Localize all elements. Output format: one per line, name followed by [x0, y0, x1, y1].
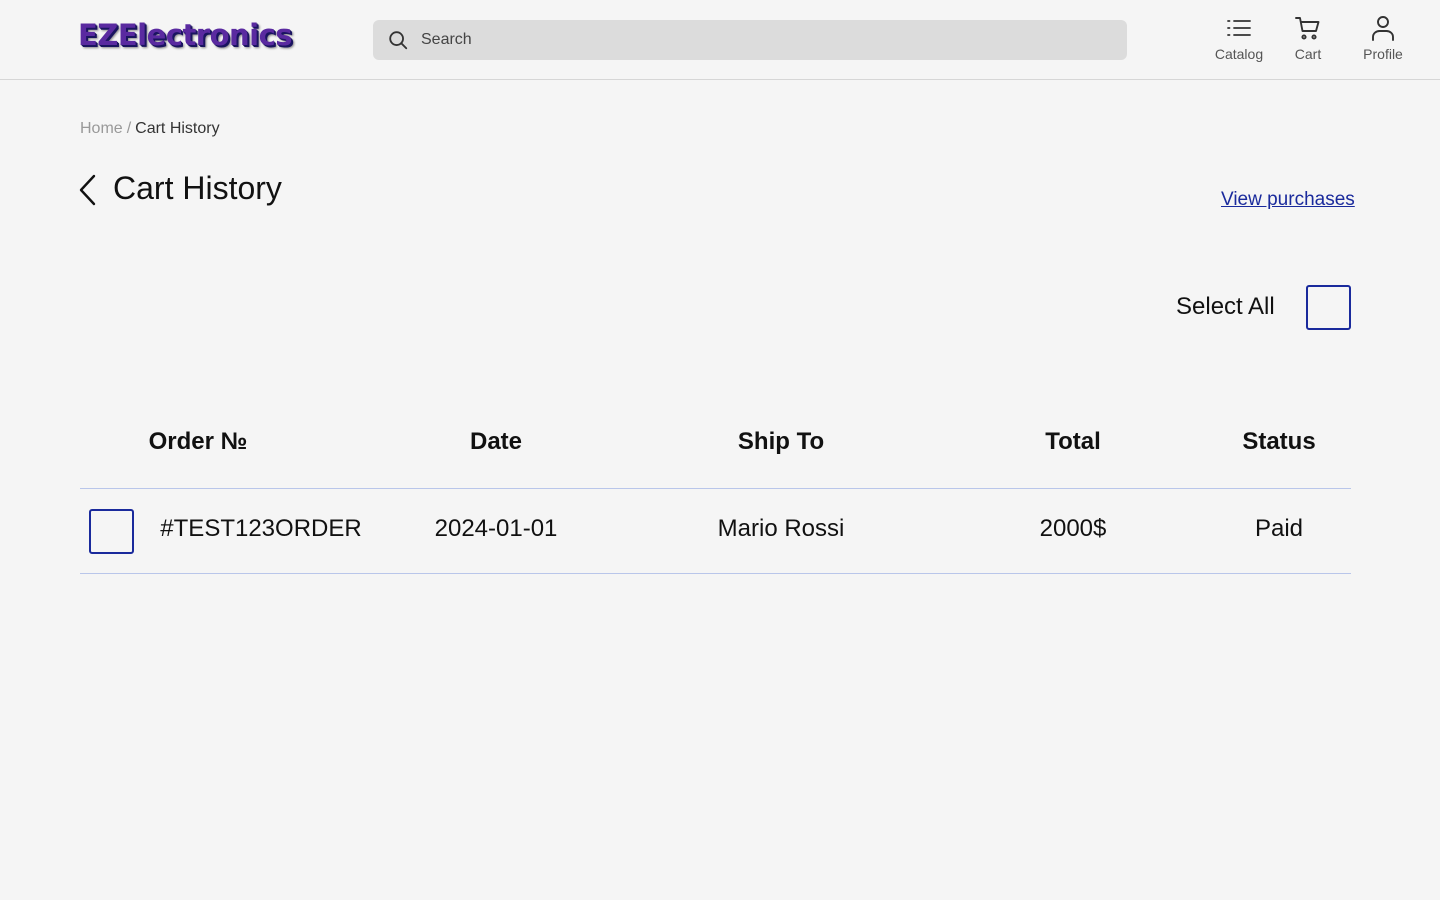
- list-icon: [1227, 20, 1251, 36]
- row-checkbox[interactable]: [89, 509, 134, 554]
- top-header: EZElectronics Catalog Cart: [0, 0, 1440, 80]
- column-header-date: Date: [469, 428, 523, 455]
- search-input[interactable]: [421, 20, 1111, 60]
- cell-total: 2000$: [1039, 515, 1107, 542]
- cell-ship-to: Mario Rossi: [717, 515, 845, 542]
- breadcrumb-current: Cart History: [135, 120, 220, 137]
- breadcrumb: Home / Cart History: [80, 120, 220, 138]
- nav-cart[interactable]: Cart: [1284, 14, 1332, 66]
- chevron-left-icon[interactable]: [74, 172, 102, 208]
- search-bar[interactable]: [373, 20, 1127, 60]
- view-purchases-link[interactable]: View purchases: [1221, 189, 1355, 211]
- table-divider: [80, 488, 1351, 489]
- brand-logo[interactable]: EZElectronics: [78, 18, 293, 52]
- nav-cart-label: Cart: [1294, 46, 1322, 62]
- column-header-status: Status: [1242, 428, 1316, 455]
- column-header-ship-to: Ship To: [737, 428, 825, 455]
- cell-order-no: #TEST123ORDER: [160, 515, 362, 542]
- select-all-label: Select All: [1176, 293, 1275, 320]
- column-header-order-no: Order №: [148, 428, 248, 455]
- search-icon: [389, 31, 408, 50]
- nav-profile-label: Profile: [1363, 46, 1403, 62]
- column-header-total: Total: [1045, 428, 1101, 455]
- nav-catalog[interactable]: Catalog: [1208, 14, 1270, 66]
- page-title: Cart History: [113, 170, 282, 206]
- user-icon: [1372, 16, 1394, 41]
- cell-date: 2024-01-01: [434, 515, 558, 542]
- nav-catalog-label: Catalog: [1214, 46, 1264, 62]
- select-all-checkbox[interactable]: [1306, 285, 1351, 330]
- cell-status: Paid: [1254, 515, 1304, 542]
- cart-icon: [1295, 17, 1320, 40]
- nav-profile[interactable]: Profile: [1356, 14, 1410, 66]
- breadcrumb-separator: /: [126, 120, 132, 137]
- table-divider: [80, 573, 1351, 574]
- breadcrumb-home[interactable]: Home: [80, 120, 123, 137]
